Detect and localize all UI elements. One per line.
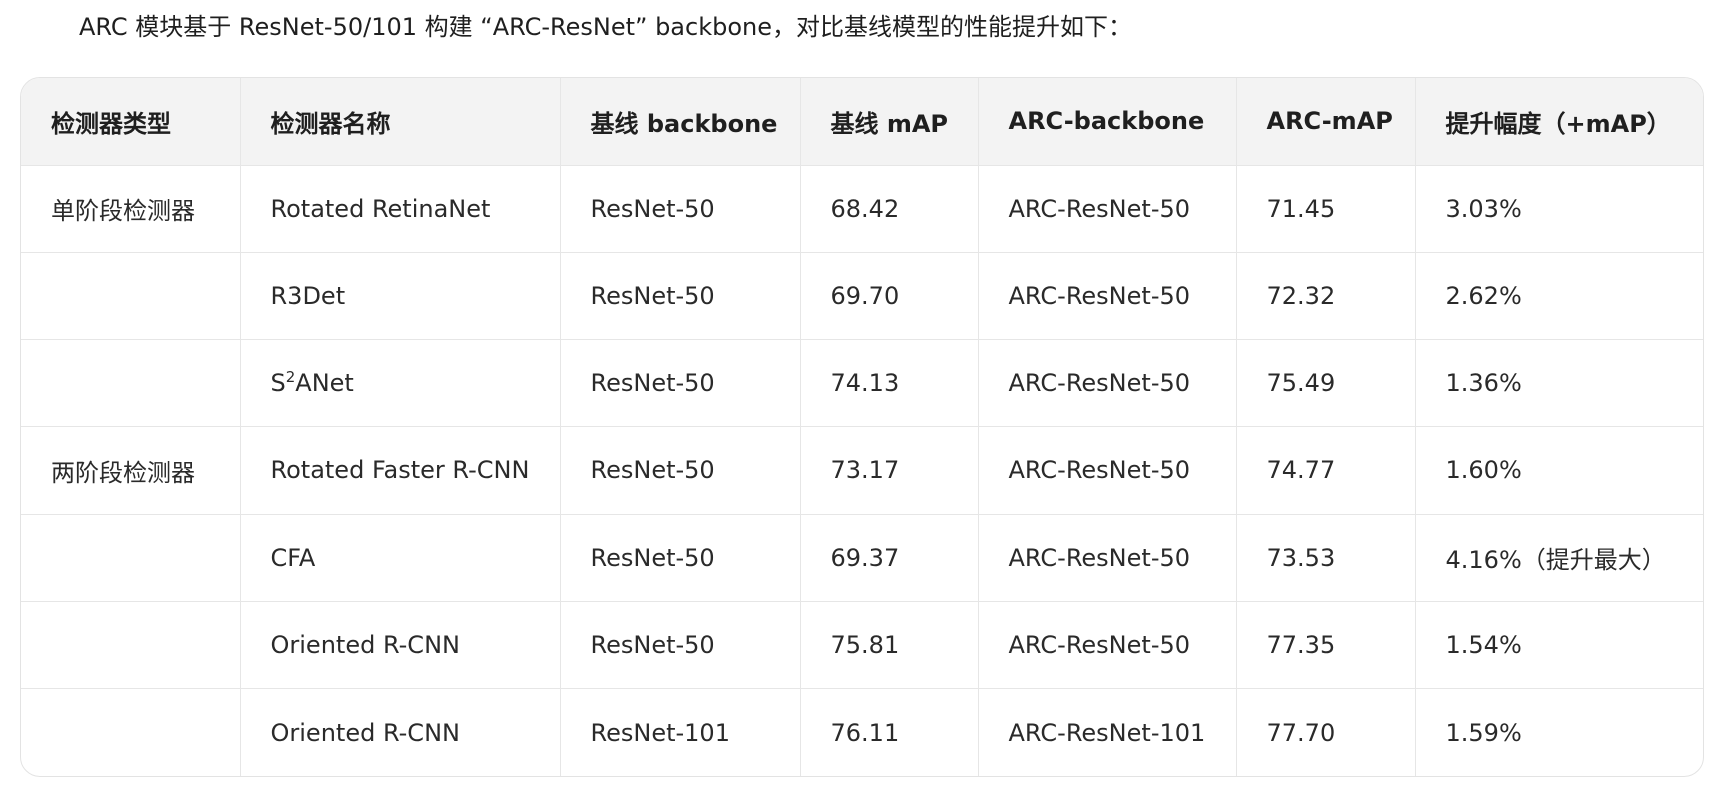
cell-detector-type: 两阶段检测器 bbox=[21, 426, 241, 515]
cell-gain: 3.03% bbox=[1415, 165, 1703, 253]
name-superscript: 2 bbox=[285, 368, 296, 387]
table-row: R3Det ResNet-50 69.70 ARC-ResNet-50 72.3… bbox=[21, 252, 1703, 341]
cell-arc-backbone: ARC-ResNet-50 bbox=[978, 252, 1237, 341]
cell-arc-map: 72.32 bbox=[1236, 252, 1416, 341]
cell-base-backbone: ResNet-50 bbox=[560, 514, 801, 602]
header-arc-map: ARC-mAP bbox=[1236, 78, 1416, 166]
results-table-container: 检测器类型 检测器名称 基线 backbone 基线 mAP ARC-backb… bbox=[20, 77, 1704, 777]
cell-base-backbone: ResNet-50 bbox=[560, 601, 801, 690]
cell-arc-map: 77.35 bbox=[1236, 601, 1416, 690]
cell-arc-backbone: ARC-ResNet-50 bbox=[978, 601, 1237, 690]
cell-detector-type bbox=[21, 514, 241, 602]
name-suffix: ANet bbox=[295, 369, 354, 398]
cell-detector-name: S2ANet bbox=[240, 339, 561, 428]
cell-gain: 1.54% bbox=[1415, 601, 1703, 690]
cell-base-map: 74.13 bbox=[800, 339, 979, 428]
cell-detector-name: Rotated RetinaNet bbox=[240, 165, 561, 253]
cell-gain: 4.16%（提升最大） bbox=[1415, 514, 1703, 602]
cell-base-backbone: ResNet-50 bbox=[560, 165, 801, 253]
cell-arc-backbone: ARC-ResNet-101 bbox=[978, 688, 1237, 776]
cell-base-map: 75.81 bbox=[800, 601, 979, 690]
header-arc-backbone: ARC-backbone bbox=[978, 78, 1237, 166]
name-prefix: S bbox=[270, 369, 286, 398]
cell-base-map: 76.11 bbox=[800, 688, 979, 776]
cell-detector-type: 单阶段检测器 bbox=[21, 165, 241, 253]
table-row: 两阶段检测器 Rotated Faster R-CNN ResNet-50 73… bbox=[21, 426, 1703, 515]
table-header-row: 检测器类型 检测器名称 基线 backbone 基线 mAP ARC-backb… bbox=[21, 78, 1703, 166]
cell-arc-backbone: ARC-ResNet-50 bbox=[978, 339, 1237, 428]
cell-gain: 2.62% bbox=[1415, 252, 1703, 341]
cell-base-map: 73.17 bbox=[800, 426, 979, 515]
cell-base-map: 68.42 bbox=[800, 165, 979, 253]
cell-arc-backbone: ARC-ResNet-50 bbox=[978, 514, 1237, 602]
intro-paragraph: ARC 模块基于 ResNet-50/101 构建 “ARC-ResNet” b… bbox=[79, 13, 1132, 41]
results-table: 检测器类型 检测器名称 基线 backbone 基线 mAP ARC-backb… bbox=[21, 78, 1703, 776]
cell-arc-map: 73.53 bbox=[1236, 514, 1416, 602]
cell-arc-map: 77.70 bbox=[1236, 688, 1416, 776]
cell-gain: 1.60% bbox=[1415, 426, 1703, 515]
header-detector-type: 检测器类型 bbox=[21, 78, 241, 166]
table-row: Oriented R-CNN ResNet-101 76.11 ARC-ResN… bbox=[21, 688, 1703, 776]
table-row: CFA ResNet-50 69.37 ARC-ResNet-50 73.53 … bbox=[21, 514, 1703, 602]
cell-arc-backbone: ARC-ResNet-50 bbox=[978, 165, 1237, 253]
cell-base-backbone: ResNet-101 bbox=[560, 688, 801, 776]
cell-detector-type bbox=[21, 688, 241, 776]
cell-base-backbone: ResNet-50 bbox=[560, 339, 801, 428]
cell-base-backbone: ResNet-50 bbox=[560, 426, 801, 515]
cell-base-backbone: ResNet-50 bbox=[560, 252, 801, 341]
cell-detector-name: CFA bbox=[240, 514, 561, 602]
cell-detector-name: R3Det bbox=[240, 252, 561, 341]
table-row: Oriented R-CNN ResNet-50 75.81 ARC-ResNe… bbox=[21, 601, 1703, 690]
table-row: 单阶段检测器 Rotated RetinaNet ResNet-50 68.42… bbox=[21, 165, 1703, 253]
cell-base-map: 69.70 bbox=[800, 252, 979, 341]
cell-detector-type bbox=[21, 339, 241, 428]
cell-arc-map: 75.49 bbox=[1236, 339, 1416, 428]
cell-arc-backbone: ARC-ResNet-50 bbox=[978, 426, 1237, 515]
cell-gain: 1.59% bbox=[1445, 718, 1522, 747]
cell-detector-name: Rotated Faster R-CNN bbox=[240, 426, 561, 515]
header-detector-name: 检测器名称 bbox=[240, 78, 561, 166]
header-base-map: 基线 mAP bbox=[800, 78, 979, 166]
cell-detector-name: Oriented R-CNN bbox=[240, 688, 561, 776]
cell-arc-map: 71.45 bbox=[1236, 165, 1416, 253]
cell-arc-map: 74.77 bbox=[1236, 426, 1416, 515]
cell-detector-name: Oriented R-CNN bbox=[240, 601, 561, 690]
cell-detector-type bbox=[21, 601, 241, 690]
table-row: S2ANet ResNet-50 74.13 ARC-ResNet-50 75.… bbox=[21, 339, 1703, 428]
header-base-backbone: 基线 backbone bbox=[560, 78, 801, 166]
cell-gain: 1.36% bbox=[1415, 339, 1703, 428]
cell-detector-type bbox=[21, 252, 241, 341]
cell-base-map: 69.37 bbox=[800, 514, 979, 602]
header-gain: 提升幅度（+mAP） bbox=[1415, 78, 1703, 166]
